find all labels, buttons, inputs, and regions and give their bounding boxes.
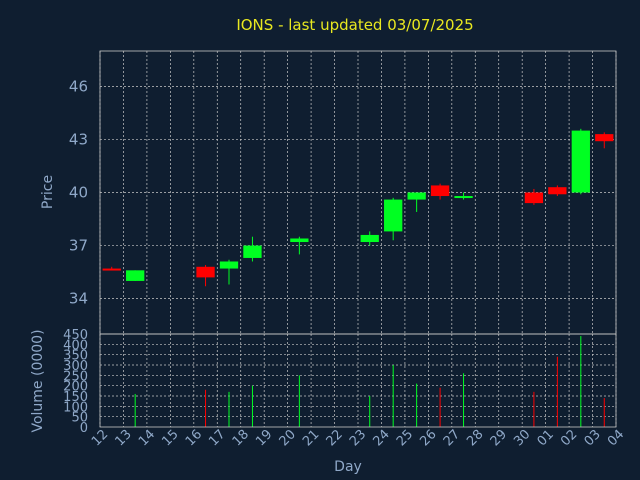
price-y-tick-label: 34 <box>69 290 88 308</box>
x-tick-label: 02 <box>558 427 580 449</box>
x-tick-label: 15 <box>159 427 181 449</box>
volume-grid <box>99 334 617 427</box>
x-tick-label: 25 <box>394 427 416 449</box>
volume-y-ticks: 050100150200250300350400450 <box>63 328 88 436</box>
x-tick-label: 12 <box>89 427 111 449</box>
candle-body <box>571 130 590 193</box>
price-y-tick-label: 40 <box>69 184 88 202</box>
candle-body <box>548 187 567 195</box>
x-tick-label: 20 <box>277 427 299 449</box>
candle-body <box>290 238 309 243</box>
x-tick-label: 30 <box>511 427 533 449</box>
chart-svg: IONS - last updated 03/07/2025 34 37 40 43 4… <box>30 16 627 475</box>
volume-y-tick-label: 450 <box>63 328 88 343</box>
volume-bars <box>134 336 605 427</box>
candle-body <box>595 134 614 142</box>
x-tick-label: 03 <box>582 427 604 449</box>
candle-body <box>219 261 239 269</box>
x-tick-label: 04 <box>605 427 627 449</box>
price-axis-label: Price <box>40 175 56 209</box>
x-tick-labels: 12 13 14 15 16 17 18 19 20 21 22 23 24 25 26 27 28 29 30 01… <box>89 427 627 449</box>
candle-body <box>384 199 403 232</box>
candle-body <box>524 192 544 204</box>
candle-body <box>102 268 121 271</box>
candle-body <box>360 234 379 243</box>
price-y-tick-label: 37 <box>69 237 88 255</box>
stock-chart: IONS - last updated 03/07/2025 34 37 40 43 4… <box>0 0 640 480</box>
x-tick-label: 21 <box>300 427 322 449</box>
candle-body <box>454 196 473 199</box>
x-tick-label: 26 <box>417 427 439 449</box>
x-tick-label: 17 <box>206 427 228 449</box>
candle-body <box>430 185 450 197</box>
x-tick-label: 19 <box>253 427 275 449</box>
price-y-tick-label: 43 <box>69 130 88 148</box>
candle-body <box>407 192 426 200</box>
x-tick-label: 01 <box>535 427 557 449</box>
x-tick-label: 13 <box>112 427 134 449</box>
x-tick-label: 16 <box>183 427 205 449</box>
candle-body <box>243 245 262 258</box>
x-tick-label: 18 <box>230 427 252 449</box>
price-y-tick-label: 46 <box>69 77 88 95</box>
x-tick-label: 27 <box>441 427 463 449</box>
x-tick-label: 22 <box>324 427 346 449</box>
x-axis-label: Day <box>334 459 362 475</box>
x-tick-label: 29 <box>488 427 510 449</box>
candle-body <box>126 270 145 281</box>
volume-axis-label: Volume (0000) <box>30 329 46 432</box>
candle-body <box>196 266 215 278</box>
x-tick-label: 23 <box>347 427 369 449</box>
price-y-ticks: 34 37 40 43 46 <box>69 77 88 307</box>
x-tick-label: 14 <box>136 427 158 449</box>
x-tick-label: 24 <box>370 427 392 449</box>
chart-title: IONS - last updated 03/07/2025 <box>236 16 473 34</box>
x-tick-label: 28 <box>464 427 486 449</box>
